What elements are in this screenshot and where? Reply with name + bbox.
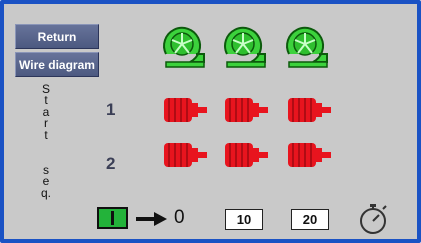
row-label-1: 1 — [106, 100, 116, 119]
delay-box-2[interactable]: 20 — [291, 209, 329, 230]
stopwatch-icon[interactable] — [358, 201, 390, 235]
motor-icon[interactable] — [223, 139, 269, 171]
delay-box-1[interactable]: 10 — [225, 209, 263, 230]
motor-icon[interactable] — [223, 94, 269, 126]
fan-icon[interactable] — [221, 24, 269, 68]
label-char: q. — [40, 185, 51, 200]
sequence-value: 0 — [174, 207, 185, 228]
arrow-right-icon — [136, 212, 167, 226]
toggle-switch-icon[interactable] — [97, 207, 128, 229]
motor-icon[interactable] — [162, 94, 208, 126]
label-gap — [26, 141, 66, 165]
row-label-2: 2 — [106, 154, 116, 173]
start-seq-label: S t a r t s e q. — [26, 83, 66, 200]
panel-frame: Return Wire diagram S t a r t s e q. 1 2 — [0, 0, 421, 243]
motor-icon[interactable] — [286, 94, 332, 126]
fan-icon[interactable] — [160, 24, 208, 68]
label-char: t — [44, 127, 48, 142]
wire-diagram-button[interactable]: Wire diagram — [15, 52, 99, 77]
motor-icon[interactable] — [286, 139, 332, 171]
return-button[interactable]: Return — [15, 24, 99, 49]
motor-icon[interactable] — [162, 139, 208, 171]
switch-bar — [111, 211, 114, 225]
fan-icon[interactable] — [283, 24, 331, 68]
